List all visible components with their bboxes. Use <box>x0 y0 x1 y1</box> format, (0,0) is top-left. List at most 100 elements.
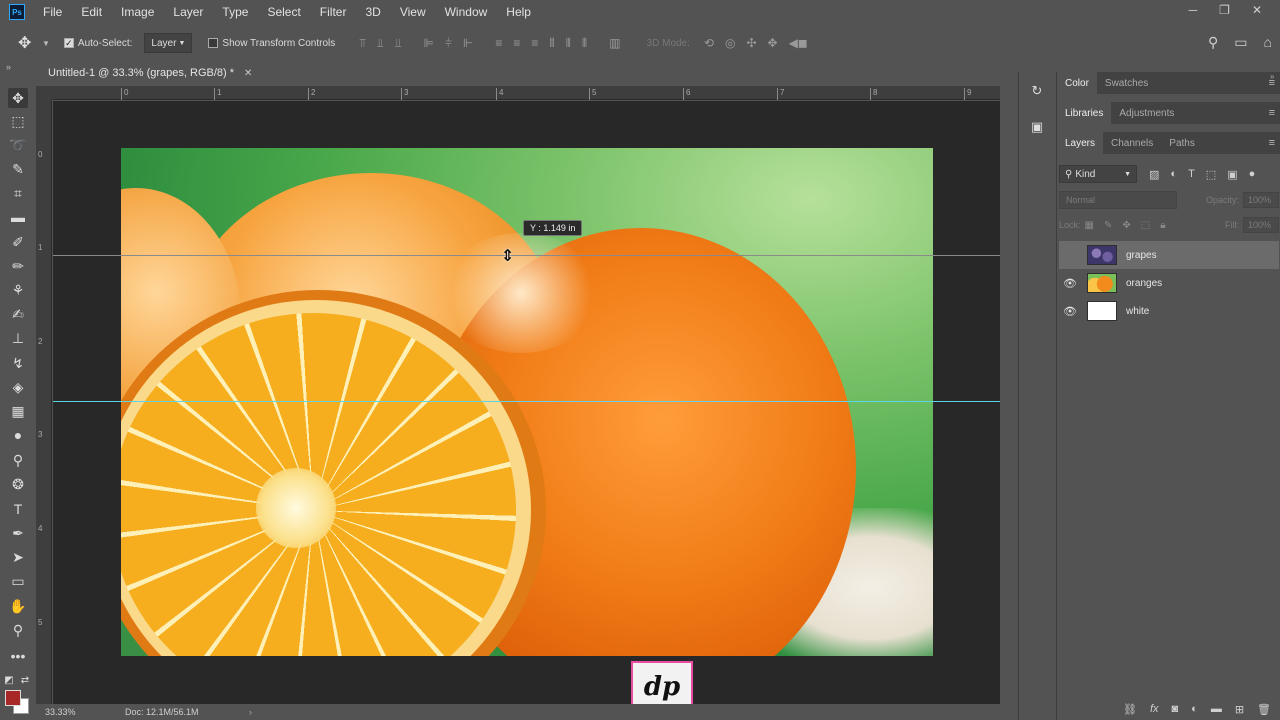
layer-style-icon[interactable]: fx <box>1150 703 1159 715</box>
collapse-panels-icon[interactable]: » <box>1270 72 1280 92</box>
menu-type[interactable]: Type <box>222 5 248 19</box>
align-horizontal-center-icon[interactable]: ⫩ <box>445 36 452 51</box>
panel-menu-icon[interactable]: ≡ <box>1269 107 1275 119</box>
menu-select[interactable]: Select <box>267 5 300 19</box>
vertical-ruler[interactable]: 0 1 2 3 4 5 <box>36 100 52 704</box>
filter-smart-object-icon[interactable]: ▣ <box>1227 168 1237 181</box>
crop-tool-icon[interactable]: ⌗ <box>8 183 28 203</box>
eraser-tool-icon[interactable]: ◈ <box>8 377 28 397</box>
swap-colors-icon[interactable]: ⇄ <box>18 670 32 690</box>
marquee-tool-icon[interactable]: ⬚ <box>8 111 28 131</box>
align-bottom-icon[interactable]: ⫫ <box>395 36 402 51</box>
tab-swatches[interactable]: Swatches <box>1097 72 1156 94</box>
hand-tool-icon[interactable]: ✋ <box>8 596 28 616</box>
layer-name[interactable]: white <box>1126 306 1149 317</box>
type-tool-icon[interactable]: T <box>8 499 28 519</box>
minimize-button[interactable]: ─ <box>1189 3 1198 17</box>
menu-help[interactable]: Help <box>506 5 531 19</box>
gradient-tool-icon[interactable]: ▦ <box>8 401 28 421</box>
dodge-tool-icon[interactable]: ⚲ <box>8 450 28 470</box>
auto-align-layers-icon[interactable]: ▥ <box>609 36 620 50</box>
restore-button[interactable]: ❐ <box>1219 3 1230 17</box>
tab-paths[interactable]: Paths <box>1161 132 1203 154</box>
3d-rotate-icon[interactable]: ⟲ <box>704 36 714 50</box>
menu-image[interactable]: Image <box>121 5 154 19</box>
move-tool-preset-icon[interactable]: ✥ <box>18 33 42 53</box>
zoom-tool-icon[interactable]: ⚲ <box>8 620 28 640</box>
history-brush-tool-icon[interactable]: ✍ <box>8 304 28 324</box>
pen-tool-icon[interactable]: ✒ <box>8 523 28 543</box>
layer-row-oranges[interactable]: 👁︎ oranges <box>1059 269 1279 297</box>
menu-edit[interactable]: Edit <box>81 5 102 19</box>
properties-panel-icon[interactable]: ▣ <box>1028 118 1046 136</box>
distribute-right-icon[interactable]: ⦀ <box>582 36 587 51</box>
menu-layer[interactable]: Layer <box>173 5 203 19</box>
lasso-tool-icon[interactable]: ➰ <box>8 135 28 155</box>
menu-file[interactable]: File <box>43 5 62 19</box>
tab-layers[interactable]: Layers <box>1057 132 1104 154</box>
default-colors-icon[interactable]: ◩ <box>2 670 16 690</box>
lock-position-icon[interactable]: ✥ <box>1122 220 1130 231</box>
filter-pixel-icon[interactable]: ▨ <box>1149 168 1159 181</box>
link-layers-icon[interactable]: ⛓ <box>1123 703 1137 716</box>
brush-tool-icon[interactable]: ✏ <box>8 256 28 276</box>
ruler-origin[interactable] <box>36 86 53 100</box>
3d-roll-icon[interactable]: ◎ <box>725 36 735 50</box>
new-group-icon[interactable]: ▬ <box>1211 703 1222 715</box>
tool-preset-caret-icon[interactable]: ▼ <box>42 39 50 48</box>
distribute-hcenter-icon[interactable]: ⦀ <box>566 36 571 51</box>
distribute-left-icon[interactable]: ⦀ <box>549 36 554 51</box>
align-top-icon[interactable]: ⫪ <box>359 36 366 51</box>
filter-adjustment-icon[interactable]: ◐ <box>1170 168 1177 181</box>
move-tool-icon[interactable]: ✥ <box>8 88 28 108</box>
3d-pan-icon[interactable]: ✣ <box>746 36 756 50</box>
history-tool-icon[interactable]: ↯ <box>8 353 28 373</box>
menu-filter[interactable]: Filter <box>320 5 347 19</box>
blur-tool-icon[interactable]: ● <box>8 425 28 445</box>
eyedropper-tool-icon[interactable]: ▬ <box>8 207 28 227</box>
menu-3d[interactable]: 3D <box>365 5 380 19</box>
distribute-bottom-icon[interactable]: ≡ <box>531 36 538 51</box>
search-icon[interactable]: ⚲ <box>1208 34 1218 51</box>
history-panel-icon[interactable]: ↻ <box>1028 82 1046 100</box>
tab-adjustments[interactable]: Adjustments <box>1111 102 1182 124</box>
layer-kind-filter[interactable]: ⚲ Kind ▼ <box>1059 165 1137 183</box>
layer-row-white[interactable]: 👁︎ white <box>1059 297 1279 325</box>
new-adjustment-layer-icon[interactable]: ◐ <box>1191 703 1198 715</box>
delete-layer-icon[interactable]: 🗑︎ <box>1257 703 1271 716</box>
clone-stamp-tool-icon[interactable]: ⚘ <box>8 280 28 300</box>
layer-name[interactable]: grapes <box>1126 250 1157 261</box>
blend-mode-dropdown[interactable]: Normal <box>1059 191 1177 209</box>
foreground-color-swatch[interactable] <box>5 690 21 706</box>
filter-shape-icon[interactable]: ⬚ <box>1206 168 1216 181</box>
quick-select-tool-icon[interactable]: ✎ <box>8 159 28 179</box>
sponge-tool-icon[interactable]: ❂ <box>8 474 28 494</box>
close-window-button[interactable]: ✕ <box>1252 3 1262 17</box>
lock-artboard-icon[interactable]: ⬚ <box>1141 220 1150 231</box>
collapse-toolbar-icon[interactable]: » <box>6 62 11 72</box>
more-tools-icon[interactable]: ••• <box>8 646 28 666</box>
layer-name[interactable]: oranges <box>1126 278 1162 289</box>
layer-row-grapes[interactable]: grapes <box>1059 241 1279 269</box>
tab-libraries[interactable]: Libraries <box>1057 102 1112 124</box>
fill-input[interactable]: 100% <box>1243 217 1279 233</box>
align-vertical-center-icon[interactable]: ⫫ <box>377 36 384 51</box>
lock-all-icon[interactable]: 🔒︎ <box>1160 220 1165 231</box>
auto-select-dropdown[interactable]: Layer ▼ <box>144 33 193 53</box>
canvas-workspace[interactable]: Y : 1.149 in ⇕ dp <box>53 101 1000 704</box>
tab-color[interactable]: Color <box>1057 72 1097 94</box>
distribute-top-icon[interactable]: ≡ <box>495 36 502 51</box>
workspace-icon[interactable]: ▭ <box>1234 34 1247 51</box>
3d-scale-icon[interactable]: ◀◼ <box>789 36 808 50</box>
horizontal-guide[interactable] <box>53 401 1000 402</box>
opacity-input[interactable]: 100% <box>1243 192 1279 208</box>
filter-toggle-icon[interactable]: ● <box>1249 168 1256 181</box>
lock-transparent-icon[interactable]: ▦ <box>1085 220 1094 231</box>
3d-slide-icon[interactable]: ✥ <box>768 36 778 50</box>
horizontal-ruler[interactable]: 0 1 2 3 4 5 6 7 8 9 <box>53 86 1000 100</box>
filter-type-icon[interactable]: T <box>1188 168 1195 181</box>
share-icon[interactable]: ⌂ <box>1264 34 1272 51</box>
rectangle-tool-icon[interactable]: ▭ <box>8 571 28 591</box>
document-tab[interactable]: Untitled-1 @ 33.3% (grapes, RGB/8) * ✕ <box>36 62 265 84</box>
zoom-level[interactable]: 33.33% <box>45 707 125 717</box>
